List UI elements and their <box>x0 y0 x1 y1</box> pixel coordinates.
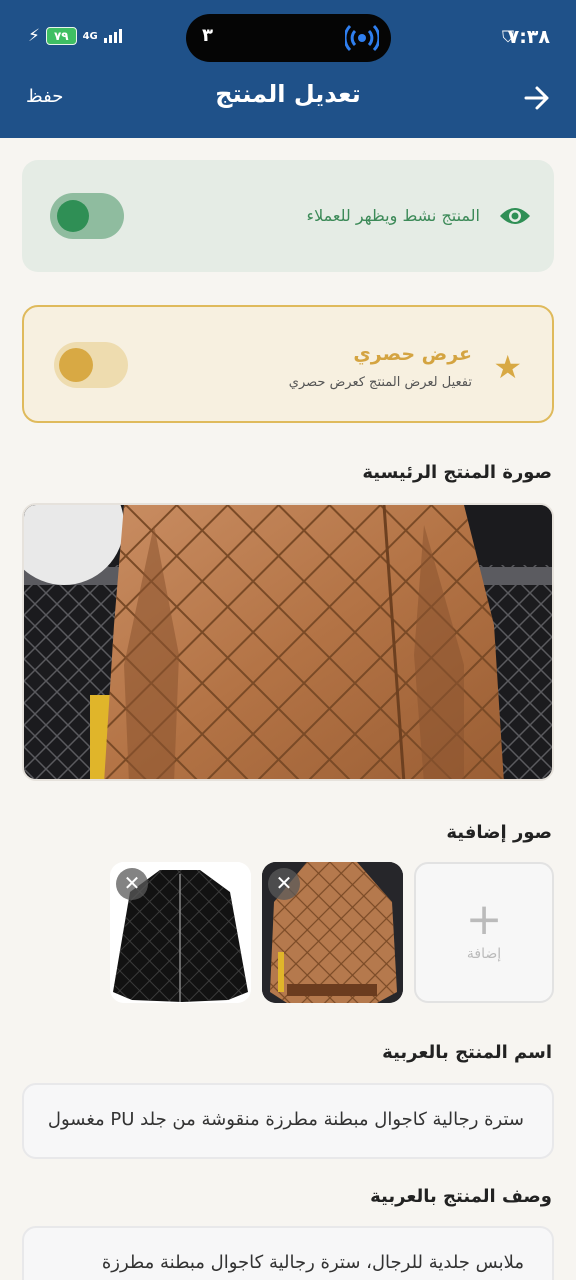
hotspot-icon <box>345 24 379 52</box>
extra-images-label: صور إضافية <box>446 822 552 843</box>
active-toggle[interactable] <box>50 193 124 239</box>
add-image-button[interactable]: + إضافة <box>414 862 554 1003</box>
back-arrow-icon[interactable] <box>524 84 550 112</box>
status-indicators: ⚡ ٧٩ 4G <box>28 26 122 46</box>
status-bar: ⚡ ٧٩ 4G ٣ ⛉ ٧:٣٨ <box>0 0 576 70</box>
product-name-value: سترة رجالية كاجوال مبطنة مطرزة منقوشة من… <box>47 1109 524 1130</box>
battery-level: ٧٩ <box>45 27 77 45</box>
main-image-label: صورة المنتج الرئيسية <box>362 462 552 483</box>
main-product-image[interactable] <box>22 503 554 781</box>
product-description-input[interactable]: ملابس جلدية للرجال، سترة رجالية كاجوال م… <box>22 1226 554 1280</box>
signal-icon <box>103 29 122 43</box>
exclusive-title: عرض حصري <box>353 343 472 365</box>
island-count: ٣ <box>202 25 213 46</box>
remove-image-button[interactable]: ✕ <box>268 868 300 900</box>
charging-icon: ⚡ <box>28 26 40 46</box>
active-label: المنتج نشط ويظهر للعملاء <box>306 206 480 225</box>
exclusive-subtitle: تفعيل لعرض المنتج كعرض حصري <box>288 375 472 390</box>
extra-image-thumbnail[interactable]: ✕ <box>110 862 251 1003</box>
remove-image-button[interactable]: ✕ <box>116 868 148 900</box>
dynamic-island: ٣ <box>186 14 391 62</box>
exclusive-toggle[interactable] <box>54 342 128 388</box>
plus-icon: + <box>465 894 503 945</box>
status-time: ٧:٣٨ <box>507 26 550 48</box>
eye-icon <box>500 208 530 224</box>
network-type: 4G <box>82 30 98 42</box>
name-field-label: اسم المنتج بالعربية <box>382 1042 552 1063</box>
toggle-knob <box>57 200 89 232</box>
add-image-label: إضافة <box>466 946 502 962</box>
star-icon: ★ <box>493 348 522 386</box>
app-header: ⚡ ٧٩ 4G ٣ ⛉ ٧:٣٨ حفظ تعديل المنتج <box>0 0 576 138</box>
page-title: تعديل المنتج <box>215 80 361 108</box>
active-status-card: المنتج نشط ويظهر للعملاء <box>22 160 554 272</box>
extra-image-thumbnail[interactable]: ✕ <box>262 862 403 1003</box>
toggle-knob <box>59 348 93 382</box>
product-name-input[interactable]: سترة رجالية كاجوال مبطنة مطرزة منقوشة من… <box>22 1083 554 1159</box>
description-field-label: وصف المنتج بالعربية <box>370 1186 552 1207</box>
exclusive-offer-card: عرض حصري تفعيل لعرض المنتج كعرض حصري ★ <box>22 305 554 423</box>
product-description-value: ملابس جلدية للرجال، سترة رجالية كاجوال م… <box>101 1252 524 1273</box>
jacket-photo <box>24 505 552 779</box>
